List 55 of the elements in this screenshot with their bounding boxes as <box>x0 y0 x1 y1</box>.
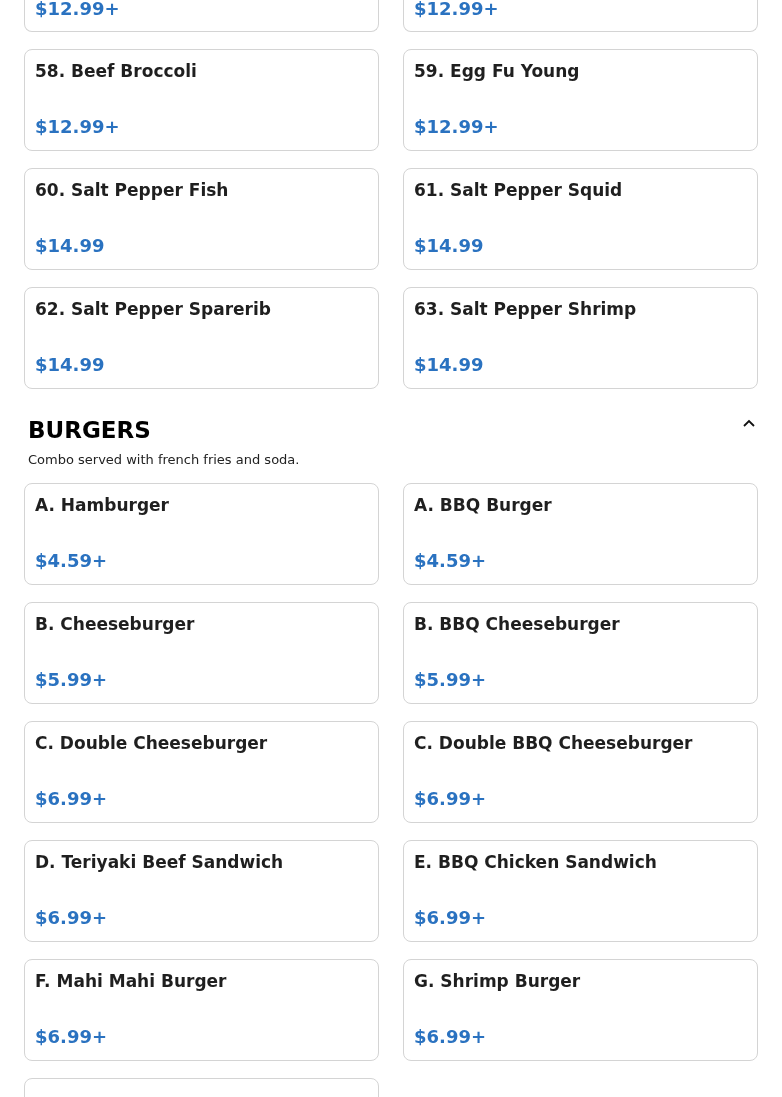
menu-item-card[interactable]: F. Mahi Mahi Burger $6.99+ <box>24 959 379 1061</box>
menu-item-card[interactable]: C. Double BBQ Cheeseburger $6.99+ <box>403 721 758 823</box>
item-name: G. Shrimp Burger <box>414 970 582 993</box>
item-price: $12.99+ <box>414 115 500 139</box>
menu-item-card[interactable]: 62. Salt Pepper Sparerib $14.99 <box>24 287 379 389</box>
item-price: $14.99 <box>414 353 485 377</box>
item-price: $14.99 <box>414 234 485 258</box>
menu-item-card[interactable]: E. BBQ Chicken Sandwich $6.99+ <box>403 840 758 942</box>
item-name: B. BBQ Cheeseburger <box>414 613 621 636</box>
menu-item-card[interactable]: 58. Beef Broccoli $12.99+ <box>24 49 379 151</box>
menu-item-card[interactable]: 63. Salt Pepper Shrimp $14.99 <box>403 287 758 389</box>
item-price: $12.99+ <box>35 0 121 21</box>
menu-item-card[interactable]: A. BBQ Burger $4.59+ <box>403 483 758 585</box>
menu-item-card[interactable]: C. Double Cheeseburger $6.99+ <box>24 721 379 823</box>
item-name: 62. Salt Pepper Sparerib <box>35 298 272 321</box>
item-price: $6.99+ <box>35 906 109 930</box>
item-price: $12.99+ <box>414 0 500 21</box>
item-name: 60. Salt Pepper Fish <box>35 179 230 202</box>
item-price: $14.99 <box>35 353 106 377</box>
item-price: $6.99+ <box>35 787 109 811</box>
item-name: 59. Egg Fu Young <box>414 60 581 83</box>
item-name: A. Hamburger <box>35 494 170 517</box>
item-price: $14.99 <box>35 234 106 258</box>
item-price: $5.99+ <box>35 668 109 692</box>
item-price: $5.99+ <box>414 668 488 692</box>
item-price: $12.99+ <box>35 115 121 139</box>
item-price: $4.59+ <box>414 549 488 573</box>
menu-item-card[interactable]: B. Cheeseburger $5.99+ <box>24 602 379 704</box>
item-price: $6.99+ <box>414 787 488 811</box>
menu-item-card[interactable]: A. Hamburger $4.59+ <box>24 483 379 585</box>
menu-item-card[interactable]: $12.99+ <box>24 0 379 32</box>
menu-item-card[interactable]: 59. Egg Fu Young $12.99+ <box>403 49 758 151</box>
item-name: D. Teriyaki Beef Sandwich <box>35 851 285 874</box>
item-price: $6.99+ <box>414 1025 488 1049</box>
item-name: 58. Beef Broccoli <box>35 60 198 83</box>
menu-item-card[interactable]: D. Teriyaki Beef Sandwich $6.99+ <box>24 840 379 942</box>
menu-item-card[interactable]: B. BBQ Cheeseburger $5.99+ <box>403 602 758 704</box>
item-name: 63. Salt Pepper Shrimp <box>414 298 638 321</box>
chevron-icon <box>743 419 755 427</box>
item-name: A. BBQ Burger <box>414 494 553 517</box>
menu-item-card[interactable]: G. Shrimp Burger $6.99+ <box>403 959 758 1061</box>
item-name: B. Cheeseburger <box>35 613 196 636</box>
item-price: $4.59+ <box>35 549 109 573</box>
section-heading: BURGERS <box>28 416 151 445</box>
menu-item-card[interactable]: 61. Salt Pepper Squid $14.99 <box>403 168 758 270</box>
item-price: $6.99+ <box>414 906 488 930</box>
item-price: $6.99+ <box>35 1025 109 1049</box>
menu-item-card[interactable]: $12.99+ <box>403 0 758 32</box>
menu-item-card[interactable]: 60. Salt Pepper Fish $14.99 <box>24 168 379 270</box>
item-name: 61. Salt Pepper Squid <box>414 179 624 202</box>
item-name: E. BBQ Chicken Sandwich <box>414 851 658 874</box>
section-description: Combo served with french fries and soda. <box>27 451 301 469</box>
item-name: C. Double BBQ Cheeseburger <box>414 732 694 755</box>
item-name: F. Mahi Mahi Burger <box>35 970 228 993</box>
item-name: C. Double Cheeseburger <box>35 732 269 755</box>
